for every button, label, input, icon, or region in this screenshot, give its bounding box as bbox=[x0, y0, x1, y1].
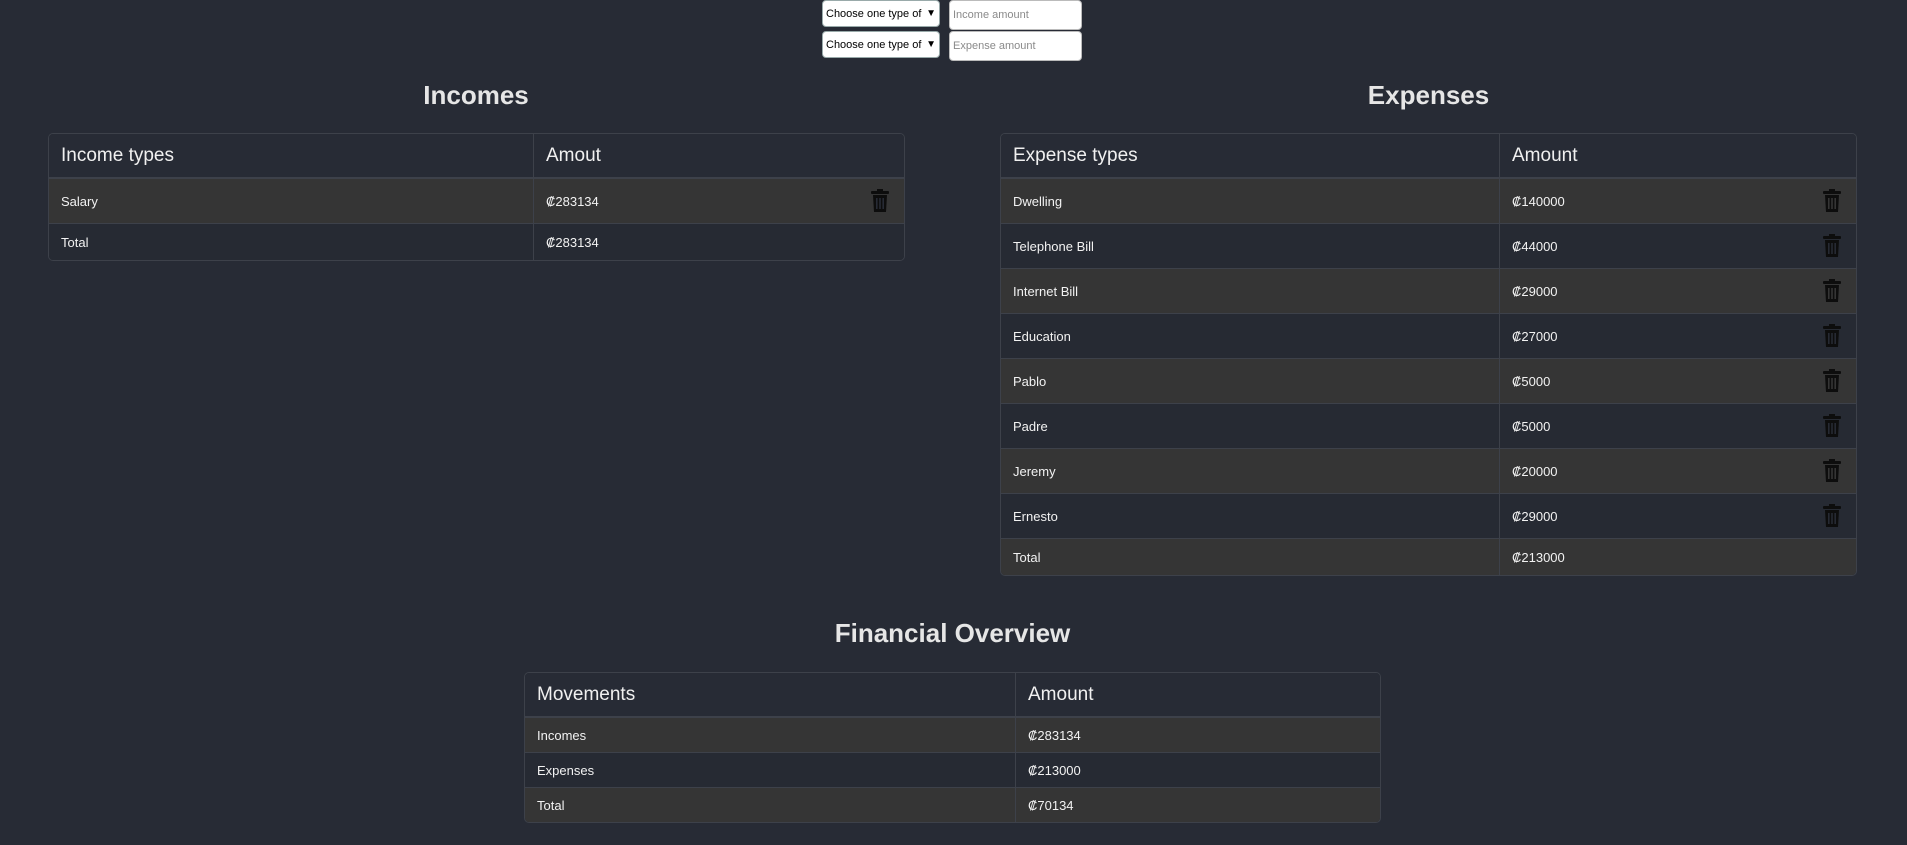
movement-cell: Incomes bbox=[525, 717, 1016, 752]
expense-amount-cell: ₡29000 bbox=[1500, 268, 1856, 313]
column-header: Amount bbox=[1500, 134, 1856, 178]
overview-table: Movements Amount Incomes ₡283134 Expense… bbox=[524, 672, 1381, 823]
column-header: Expense types bbox=[1001, 134, 1500, 178]
expense-amount-input[interactable] bbox=[949, 31, 1082, 61]
income-form: Choose one type of income ▼ bbox=[822, 0, 1082, 30]
trash-icon[interactable] bbox=[1822, 189, 1842, 213]
amount-text: ₡20000 bbox=[1512, 463, 1558, 479]
total-amount: ₡213000 bbox=[1500, 538, 1856, 575]
table-header-row: Movements Amount bbox=[525, 673, 1380, 717]
income-amount-cell: ₡283134 bbox=[534, 178, 904, 223]
expense-form: Choose one type of expense ▼ bbox=[822, 31, 1082, 61]
table-row: Ernesto ₡29000 bbox=[1001, 493, 1856, 538]
expense-amount-cell: ₡140000 bbox=[1500, 178, 1856, 223]
expense-type-cell: Padre bbox=[1001, 403, 1500, 448]
trash-icon[interactable] bbox=[1822, 369, 1842, 393]
income-type-cell: Salary bbox=[49, 178, 534, 223]
chevron-down-icon: ▼ bbox=[926, 8, 936, 19]
table-row: Incomes ₡283134 bbox=[525, 717, 1380, 752]
expense-type-select[interactable]: Choose one type of expense ▼ bbox=[822, 31, 940, 58]
chevron-down-icon: ▼ bbox=[926, 39, 936, 50]
table-row: Pablo ₡5000 bbox=[1001, 358, 1856, 403]
trash-icon[interactable] bbox=[870, 189, 890, 213]
incomes-title: Incomes bbox=[423, 80, 529, 110]
total-row: Total ₡283134 bbox=[49, 223, 904, 260]
trash-icon[interactable] bbox=[1822, 324, 1842, 348]
movement-amount-cell: ₡213000 bbox=[1016, 752, 1380, 787]
total-label: Total bbox=[49, 223, 534, 260]
table-row: Total ₡70134 bbox=[525, 787, 1380, 822]
expense-type-select-value: Choose one type of expense bbox=[826, 38, 924, 51]
trash-icon[interactable] bbox=[1822, 504, 1842, 528]
incomes-table: Income types Amout Salary ₡283134 Total … bbox=[48, 133, 905, 261]
expense-amount-cell: ₡5000 bbox=[1500, 358, 1856, 403]
trash-icon[interactable] bbox=[1822, 279, 1842, 303]
expenses-table: Expense types Amount Dwelling ₡140000 Te… bbox=[1000, 133, 1857, 576]
expense-type-cell: Education bbox=[1001, 313, 1500, 358]
expense-type-cell: Pablo bbox=[1001, 358, 1500, 403]
table-row: Internet Bill ₡29000 bbox=[1001, 268, 1856, 313]
expense-type-cell: Dwelling bbox=[1001, 178, 1500, 223]
income-type-select[interactable]: Choose one type of income ▼ bbox=[822, 0, 940, 27]
table-row: Salary ₡283134 bbox=[49, 178, 904, 223]
table-row: Dwelling ₡140000 bbox=[1001, 178, 1856, 223]
overview-title: Financial Overview bbox=[834, 618, 1071, 648]
expense-amount-cell: ₡29000 bbox=[1500, 493, 1856, 538]
table-row: Education ₡27000 bbox=[1001, 313, 1856, 358]
table-row: Telephone Bill ₡44000 bbox=[1001, 223, 1856, 268]
column-header: Amount bbox=[1016, 673, 1380, 717]
amount-text: ₡5000 bbox=[1512, 373, 1551, 389]
column-header: Income types bbox=[49, 134, 534, 178]
column-header: Movements bbox=[525, 673, 1016, 717]
table-header-row: Expense types Amount bbox=[1001, 134, 1856, 178]
amount-text: ₡29000 bbox=[1512, 283, 1558, 299]
trash-icon[interactable] bbox=[1822, 234, 1842, 258]
amount-text: ₡29000 bbox=[1512, 508, 1558, 524]
expense-amount-cell: ₡44000 bbox=[1500, 223, 1856, 268]
column-header: Amout bbox=[534, 134, 904, 178]
total-row: Total ₡213000 bbox=[1001, 538, 1856, 575]
table-row: Jeremy ₡20000 bbox=[1001, 448, 1856, 493]
expense-type-cell: Internet Bill bbox=[1001, 268, 1500, 313]
income-type-select-value: Choose one type of income bbox=[826, 7, 924, 20]
movement-amount-cell: ₡283134 bbox=[1016, 717, 1380, 752]
amount-text: ₡5000 bbox=[1512, 418, 1551, 434]
total-label: Total bbox=[1001, 538, 1500, 575]
table-row: Padre ₡5000 bbox=[1001, 403, 1856, 448]
table-header-row: Income types Amout bbox=[49, 134, 904, 178]
amount-text: ₡140000 bbox=[1512, 193, 1565, 209]
expense-type-cell: Ernesto bbox=[1001, 493, 1500, 538]
table-row: Expenses ₡213000 bbox=[525, 752, 1380, 787]
movement-amount-cell: ₡70134 bbox=[1016, 787, 1380, 822]
movement-cell: Total bbox=[525, 787, 1016, 822]
amount-text: ₡44000 bbox=[1512, 238, 1558, 254]
expense-amount-cell: ₡20000 bbox=[1500, 448, 1856, 493]
expense-type-cell: Telephone Bill bbox=[1001, 223, 1500, 268]
amount-text: ₡27000 bbox=[1512, 328, 1558, 344]
expense-type-cell: Jeremy bbox=[1001, 448, 1500, 493]
movement-cell: Expenses bbox=[525, 752, 1016, 787]
expense-amount-cell: ₡27000 bbox=[1500, 313, 1856, 358]
expenses-title: Expenses bbox=[1367, 80, 1490, 110]
total-amount: ₡283134 bbox=[534, 223, 904, 260]
amount-text: ₡283134 bbox=[546, 193, 599, 209]
expense-amount-cell: ₡5000 bbox=[1500, 403, 1856, 448]
trash-icon[interactable] bbox=[1822, 459, 1842, 483]
income-amount-input[interactable] bbox=[949, 0, 1082, 30]
trash-icon[interactable] bbox=[1822, 414, 1842, 438]
